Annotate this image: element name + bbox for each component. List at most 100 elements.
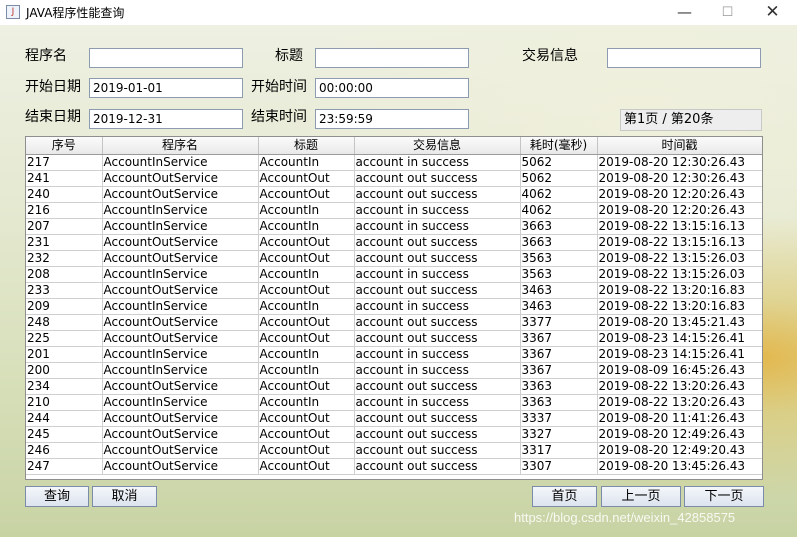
cell-timestamp: 2019-08-20 12:49:26.43 bbox=[597, 426, 762, 443]
table-header-row: 序号 程序名 标题 交易信息 耗时(毫秒) 时间戳 bbox=[26, 137, 762, 155]
program-name-input[interactable] bbox=[89, 48, 243, 68]
close-button[interactable]: ✕ bbox=[750, 0, 795, 25]
start-date-label: 开始日期 bbox=[25, 79, 81, 95]
cell-id: 225 bbox=[26, 330, 103, 347]
cell-id: 201 bbox=[26, 346, 103, 363]
cell-program: AccountInService bbox=[102, 362, 259, 379]
end-time-input[interactable] bbox=[315, 109, 469, 129]
table-row[interactable]: 244 AccountOutService AccountOut account ou… bbox=[26, 410, 762, 427]
cell-elapsed: 3563 bbox=[520, 250, 598, 267]
cell-trade-info: account out success bbox=[354, 250, 521, 267]
end-date-input[interactable] bbox=[89, 109, 243, 129]
maximize-button[interactable]: ☐ bbox=[705, 0, 750, 25]
table-row[interactable]: 201 AccountInService AccountIn account in s… bbox=[26, 346, 762, 363]
next-page-button[interactable]: 下一页 bbox=[684, 486, 764, 507]
cell-title: AccountIn bbox=[258, 266, 355, 283]
cell-elapsed: 3367 bbox=[520, 330, 598, 347]
java-app-icon: J bbox=[6, 5, 20, 19]
cell-program: AccountInService bbox=[102, 154, 259, 171]
table-row[interactable]: 207 AccountInService AccountIn account in s… bbox=[26, 218, 762, 235]
page-info: 第1页 / 第20条 bbox=[620, 109, 762, 131]
column-header-elapsed[interactable]: 耗时(毫秒) bbox=[520, 137, 598, 155]
cell-timestamp: 2019-08-20 12:20:26.43 bbox=[597, 202, 762, 219]
table-row[interactable]: 232 AccountOutService AccountOut account ou… bbox=[26, 250, 762, 267]
table-row[interactable]: 246 AccountOutService AccountOut account ou… bbox=[26, 442, 762, 459]
cell-program: AccountOutService bbox=[102, 314, 259, 331]
column-header-trade-info[interactable]: 交易信息 bbox=[354, 137, 521, 155]
cell-trade-info: account out success bbox=[354, 234, 521, 251]
cell-trade-info: account out success bbox=[354, 458, 521, 475]
cell-id: 231 bbox=[26, 234, 103, 251]
cell-timestamp: 2019-08-23 14:15:26.41 bbox=[597, 330, 762, 347]
column-header-program[interactable]: 程序名 bbox=[102, 137, 259, 155]
table-row[interactable]: 245 AccountOutService AccountOut account ou… bbox=[26, 426, 762, 443]
table-row[interactable]: 225 AccountOutService AccountOut account ou… bbox=[26, 330, 762, 347]
cell-program: AccountOutService bbox=[102, 410, 259, 427]
cell-program: AccountInService bbox=[102, 218, 259, 235]
cell-program: AccountInService bbox=[102, 202, 259, 219]
start-date-input[interactable] bbox=[89, 78, 243, 98]
cell-timestamp: 2019-08-09 16:45:26.43 bbox=[597, 362, 762, 379]
table-row[interactable]: 217 AccountInService AccountIn account in s… bbox=[26, 154, 762, 171]
start-time-input[interactable] bbox=[315, 78, 469, 98]
cell-title: AccountOut bbox=[258, 442, 355, 459]
column-header-timestamp[interactable]: 时间戳 bbox=[597, 137, 762, 155]
table-row[interactable]: 234 AccountOutService AccountOut account ou… bbox=[26, 378, 762, 395]
cell-timestamp: 2019-08-22 13:20:26.43 bbox=[597, 394, 762, 411]
first-page-button[interactable]: 首页 bbox=[532, 486, 597, 507]
cell-title: AccountIn bbox=[258, 218, 355, 235]
cell-program: AccountOutService bbox=[102, 378, 259, 395]
cell-title: AccountIn bbox=[258, 202, 355, 219]
table-row[interactable]: 210 AccountInService AccountIn account in s… bbox=[26, 394, 762, 411]
cell-program: AccountOutService bbox=[102, 282, 259, 299]
prev-page-button[interactable]: 上一页 bbox=[601, 486, 681, 507]
cell-elapsed: 3367 bbox=[520, 346, 598, 363]
table-row[interactable]: 208 AccountInService AccountIn account in s… bbox=[26, 266, 762, 283]
title-input[interactable] bbox=[315, 48, 469, 68]
cell-timestamp: 2019-08-20 13:45:26.43 bbox=[597, 458, 762, 475]
column-header-title[interactable]: 标题 bbox=[258, 137, 355, 155]
cell-elapsed: 3563 bbox=[520, 266, 598, 283]
end-time-label: 结束时间 bbox=[251, 109, 307, 125]
title-bar: J JAVA程序性能查询 — ☐ ✕ bbox=[0, 0, 797, 26]
cell-elapsed: 3663 bbox=[520, 218, 598, 235]
table-row[interactable]: 231 AccountOutService AccountOut account ou… bbox=[26, 234, 762, 251]
cell-program: AccountInService bbox=[102, 298, 259, 315]
cell-elapsed: 3307 bbox=[520, 458, 598, 475]
cell-id: 248 bbox=[26, 314, 103, 331]
cell-elapsed: 3327 bbox=[520, 426, 598, 443]
cell-title: AccountIn bbox=[258, 346, 355, 363]
cell-title: AccountOut bbox=[258, 330, 355, 347]
cell-elapsed: 5062 bbox=[520, 170, 598, 187]
cell-title: AccountOut bbox=[258, 314, 355, 331]
trade-info-input[interactable] bbox=[607, 48, 761, 68]
table-body: 217 AccountInService AccountIn account in s… bbox=[26, 154, 762, 475]
minimize-button[interactable]: — bbox=[662, 0, 707, 25]
cell-id: 247 bbox=[26, 458, 103, 475]
table-row[interactable]: 216 AccountInService AccountIn account in s… bbox=[26, 202, 762, 219]
query-button[interactable]: 查询 bbox=[25, 486, 89, 507]
cell-title: AccountIn bbox=[258, 154, 355, 171]
cell-elapsed: 3367 bbox=[520, 362, 598, 379]
table-row[interactable]: 241 AccountOutService AccountOut account ou… bbox=[26, 170, 762, 187]
cell-program: AccountOutService bbox=[102, 330, 259, 347]
table-row[interactable]: 209 AccountInService AccountIn account in s… bbox=[26, 298, 762, 315]
cell-trade-info: account in success bbox=[354, 202, 521, 219]
results-table[interactable]: 序号 程序名 标题 交易信息 耗时(毫秒) 时间戳 217 AccountInSe… bbox=[25, 136, 763, 480]
cancel-button[interactable]: 取消 bbox=[92, 486, 157, 507]
table-row[interactable]: 248 AccountOutService AccountOut account ou… bbox=[26, 314, 762, 331]
cell-elapsed: 3463 bbox=[520, 298, 598, 315]
table-row[interactable]: 200 AccountInService AccountIn account in s… bbox=[26, 362, 762, 379]
program-name-label: 程序名 bbox=[25, 48, 67, 64]
trade-info-label: 交易信息 bbox=[522, 48, 578, 64]
cell-program: AccountOutService bbox=[102, 442, 259, 459]
cell-elapsed: 3363 bbox=[520, 394, 598, 411]
table-row[interactable]: 247 AccountOutService AccountOut account ou… bbox=[26, 458, 762, 475]
cell-program: AccountInService bbox=[102, 346, 259, 363]
cell-program: AccountOutService bbox=[102, 170, 259, 187]
cell-id: 232 bbox=[26, 250, 103, 267]
column-header-id[interactable]: 序号 bbox=[26, 137, 103, 155]
table-row[interactable]: 240 AccountOutService AccountOut account ou… bbox=[26, 186, 762, 203]
cell-trade-info: account out success bbox=[354, 330, 521, 347]
table-row[interactable]: 233 AccountOutService AccountOut account ou… bbox=[26, 282, 762, 299]
